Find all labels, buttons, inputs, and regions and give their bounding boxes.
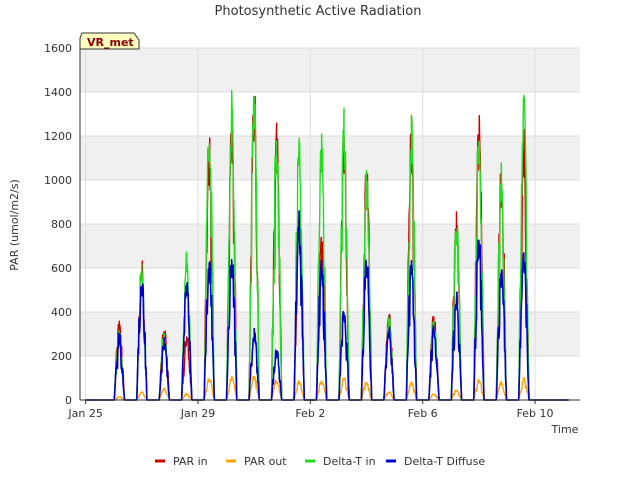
x-tick-label: Feb 10	[517, 407, 554, 420]
plot-band	[80, 136, 580, 180]
y-tick-label: 1400	[44, 86, 72, 99]
y-tick-label: 600	[51, 262, 72, 275]
legend-label: Delta-T in	[323, 455, 376, 468]
x-tick-label: Jan 29	[180, 407, 215, 420]
y-tick-label: 400	[51, 306, 72, 319]
y-tick-label: 800	[51, 218, 72, 231]
y-tick-label: 0	[65, 394, 72, 407]
y-tick-label: 1200	[44, 130, 72, 143]
y-axis-title: PAR (umol/m2/s)	[8, 179, 21, 271]
y-tick-label: 200	[51, 350, 72, 363]
plot-band	[80, 48, 580, 92]
station-badge-label: VR_met	[87, 36, 134, 49]
plot-band	[80, 224, 580, 268]
y-tick-label: 1600	[44, 42, 72, 55]
x-tick-label: Feb 2	[295, 407, 325, 420]
par-chart: 0 200 400 600 800 1000 1200 1400 1600 Jan 25 Jan 2…	[8, 4, 580, 468]
x-tick-label: Feb 6	[408, 407, 438, 420]
legend: PAR in PAR out Delta-T in Delta-T Diffuse	[155, 455, 485, 468]
chart-title: Photosynthetic Active Radiation	[215, 4, 422, 19]
y-tick-label: 1000	[44, 174, 72, 187]
x-axis-title: Time	[551, 423, 579, 436]
legend-label: PAR out	[244, 455, 287, 468]
x-tick-label: Jan 25	[67, 407, 102, 420]
legend-label: Delta-T Diffuse	[404, 455, 485, 468]
legend-label: PAR in	[173, 455, 208, 468]
station-badge: VR_met	[79, 32, 140, 50]
